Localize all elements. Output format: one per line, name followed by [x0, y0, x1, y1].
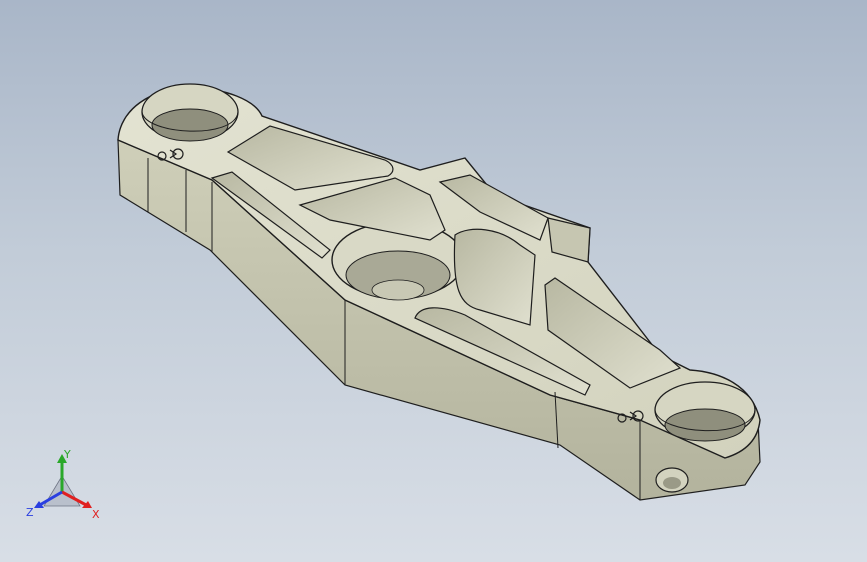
right-clamp-bore	[654, 381, 756, 442]
view-orientation-triad[interactable]: Y X Z	[22, 448, 106, 528]
triad-z-label: Z	[26, 506, 34, 519]
triad-y-label: Y	[63, 448, 71, 461]
3d-part-model[interactable]	[0, 0, 867, 562]
side-bolt-hole	[655, 467, 689, 493]
triad-x-label: X	[92, 508, 100, 521]
left-clamp-bore	[141, 83, 239, 142]
graphics-viewport[interactable]: Y X Z	[0, 0, 867, 562]
